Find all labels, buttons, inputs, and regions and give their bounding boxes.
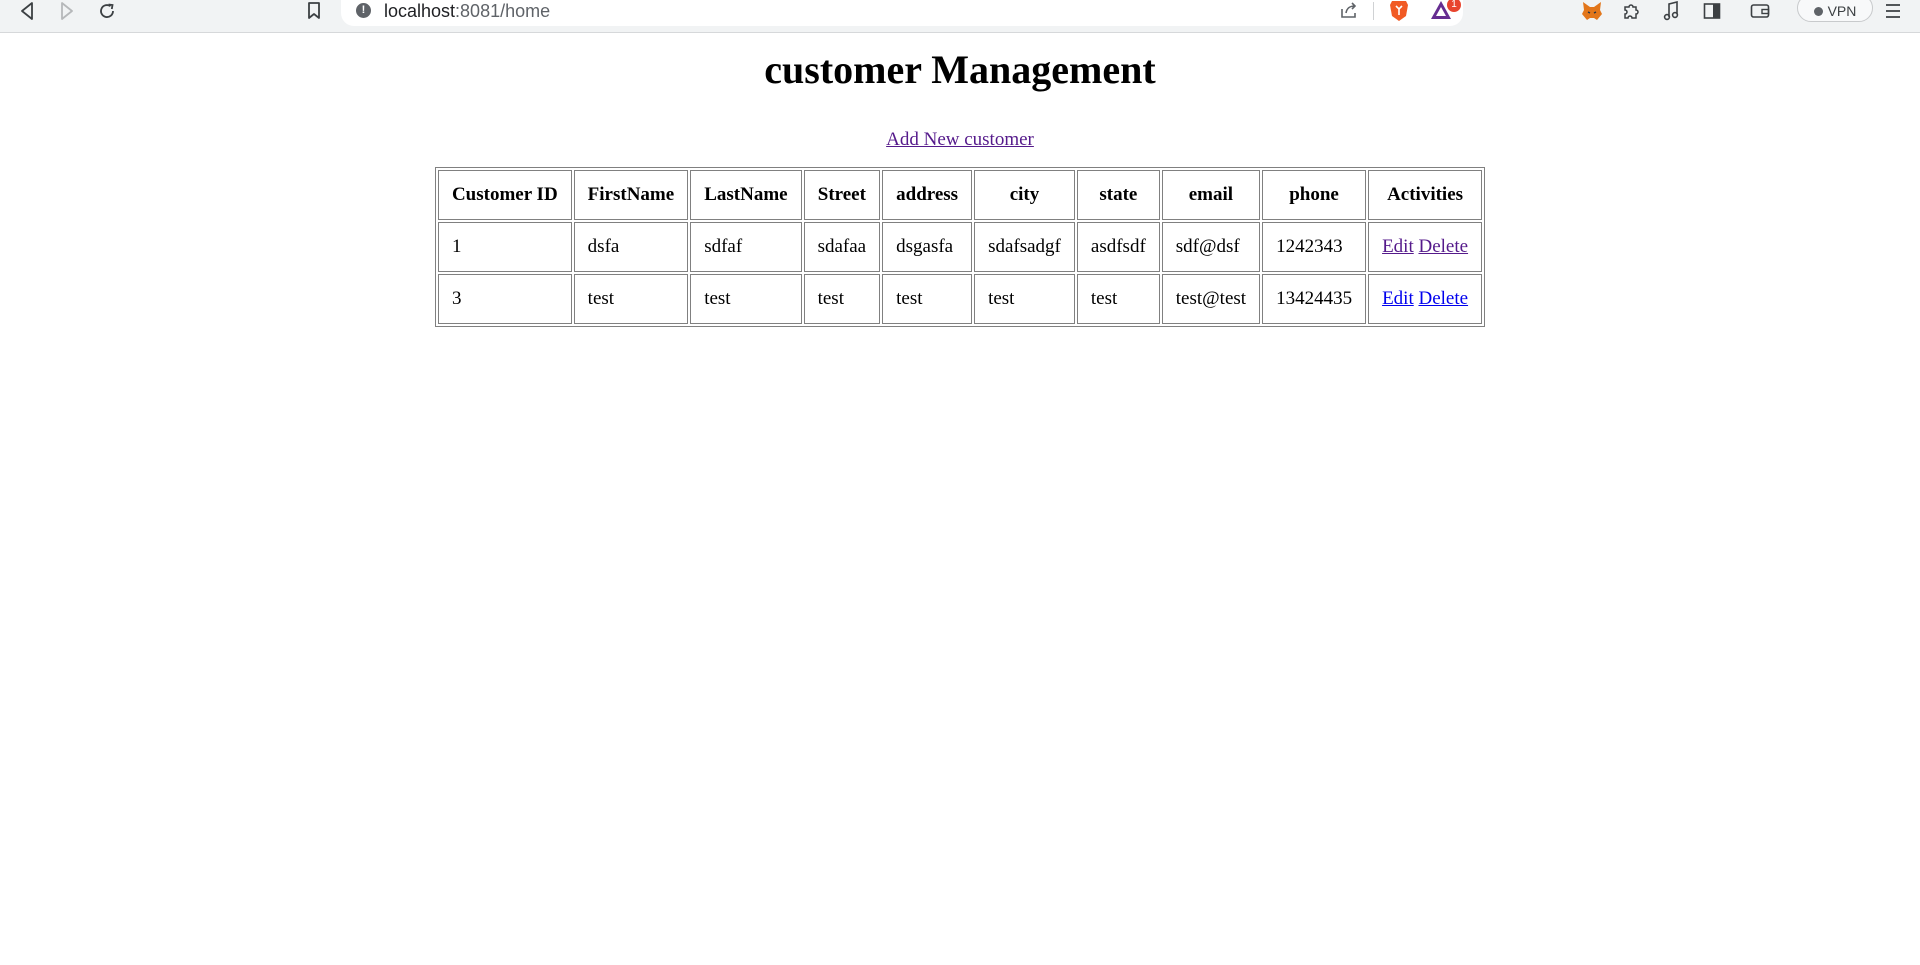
- cell-firstname: test: [573, 274, 689, 324]
- column-header-street: Street: [803, 170, 881, 220]
- cell-city: sdafsadgf: [974, 222, 1075, 272]
- column-header-activities: Activities: [1368, 170, 1483, 220]
- column-header-state: state: [1076, 170, 1160, 220]
- column-header-lastname: LastName: [690, 170, 802, 220]
- reload-icon[interactable]: [92, 0, 122, 22]
- page-content: customer Management Add New customer Cus…: [0, 33, 1920, 327]
- cell-state: asdfsdf: [1076, 222, 1160, 272]
- cell-street: sdafaa: [803, 222, 881, 272]
- customer-table: Customer ID FirstName LastName Street ad…: [434, 167, 1486, 327]
- cell-email: test@test: [1161, 274, 1261, 324]
- cell-state: test: [1076, 274, 1160, 324]
- cell-phone: 13424435: [1262, 274, 1367, 324]
- table-row: 1 dsfa sdfaf sdafaa dsgasfa sdafsadgf as…: [437, 222, 1483, 272]
- address-bar[interactable]: ! localhost:8081/home: [341, 0, 1463, 26]
- music-icon[interactable]: [1658, 0, 1684, 22]
- page-title: customer Management: [764, 47, 1156, 92]
- puzzle-icon[interactable]: [1618, 0, 1644, 22]
- column-header-firstname: FirstName: [573, 170, 689, 220]
- bookmark-icon[interactable]: [299, 0, 329, 22]
- cell-lastname: sdfaf: [690, 222, 802, 272]
- share-icon[interactable]: [1339, 0, 1359, 25]
- menu-icon[interactable]: [1880, 0, 1906, 22]
- column-header-city: city: [974, 170, 1075, 220]
- column-header-email: email: [1161, 170, 1261, 220]
- wallet-icon[interactable]: [1747, 0, 1773, 22]
- metamask-icon[interactable]: [1579, 0, 1605, 22]
- back-icon[interactable]: [12, 0, 42, 22]
- cell-activities: Edit Delete: [1368, 222, 1483, 272]
- cell-customer-id: 3: [437, 274, 572, 324]
- divider: [1373, 2, 1374, 20]
- add-new-customer-link[interactable]: Add New customer: [886, 129, 1034, 150]
- column-header-phone: phone: [1262, 170, 1367, 220]
- site-info-icon[interactable]: !: [356, 3, 371, 18]
- cell-address: dsgasfa: [882, 222, 973, 272]
- cell-address: test: [882, 274, 973, 324]
- cell-phone: 1242343: [1262, 222, 1367, 272]
- brave-shield-icon[interactable]: [1389, 0, 1409, 27]
- table-row: 3 test test test test test test test@tes…: [437, 274, 1483, 324]
- url-text[interactable]: localhost:8081/home: [384, 0, 550, 22]
- forward-icon[interactable]: [52, 0, 82, 22]
- table-header-row: Customer ID FirstName LastName Street ad…: [437, 170, 1483, 220]
- cell-customer-id: 1: [437, 222, 572, 272]
- cell-email: sdf@dsf: [1161, 222, 1261, 272]
- column-header-customer-id: Customer ID: [437, 170, 572, 220]
- add-link-wrapper: Add New customer: [0, 128, 1920, 152]
- vpn-status-dot: [1813, 6, 1823, 16]
- browser-toolbar: ! localhost:8081/home 1 VPN: [0, 0, 1920, 33]
- column-header-address: address: [882, 170, 973, 220]
- cell-street: test: [803, 274, 881, 324]
- edit-link[interactable]: Edit: [1382, 288, 1414, 309]
- vpn-button[interactable]: VPN: [1797, 0, 1873, 22]
- vpn-label: VPN: [1827, 3, 1857, 19]
- cell-lastname: test: [690, 274, 802, 324]
- delete-link[interactable]: Delete: [1418, 236, 1468, 257]
- cell-activities: Edit Delete: [1368, 274, 1483, 324]
- cell-city: test: [974, 274, 1075, 324]
- cell-firstname: dsfa: [573, 222, 689, 272]
- delete-link[interactable]: Delete: [1418, 288, 1468, 309]
- edit-link[interactable]: Edit: [1382, 236, 1414, 257]
- sidebar-icon[interactable]: [1699, 0, 1725, 22]
